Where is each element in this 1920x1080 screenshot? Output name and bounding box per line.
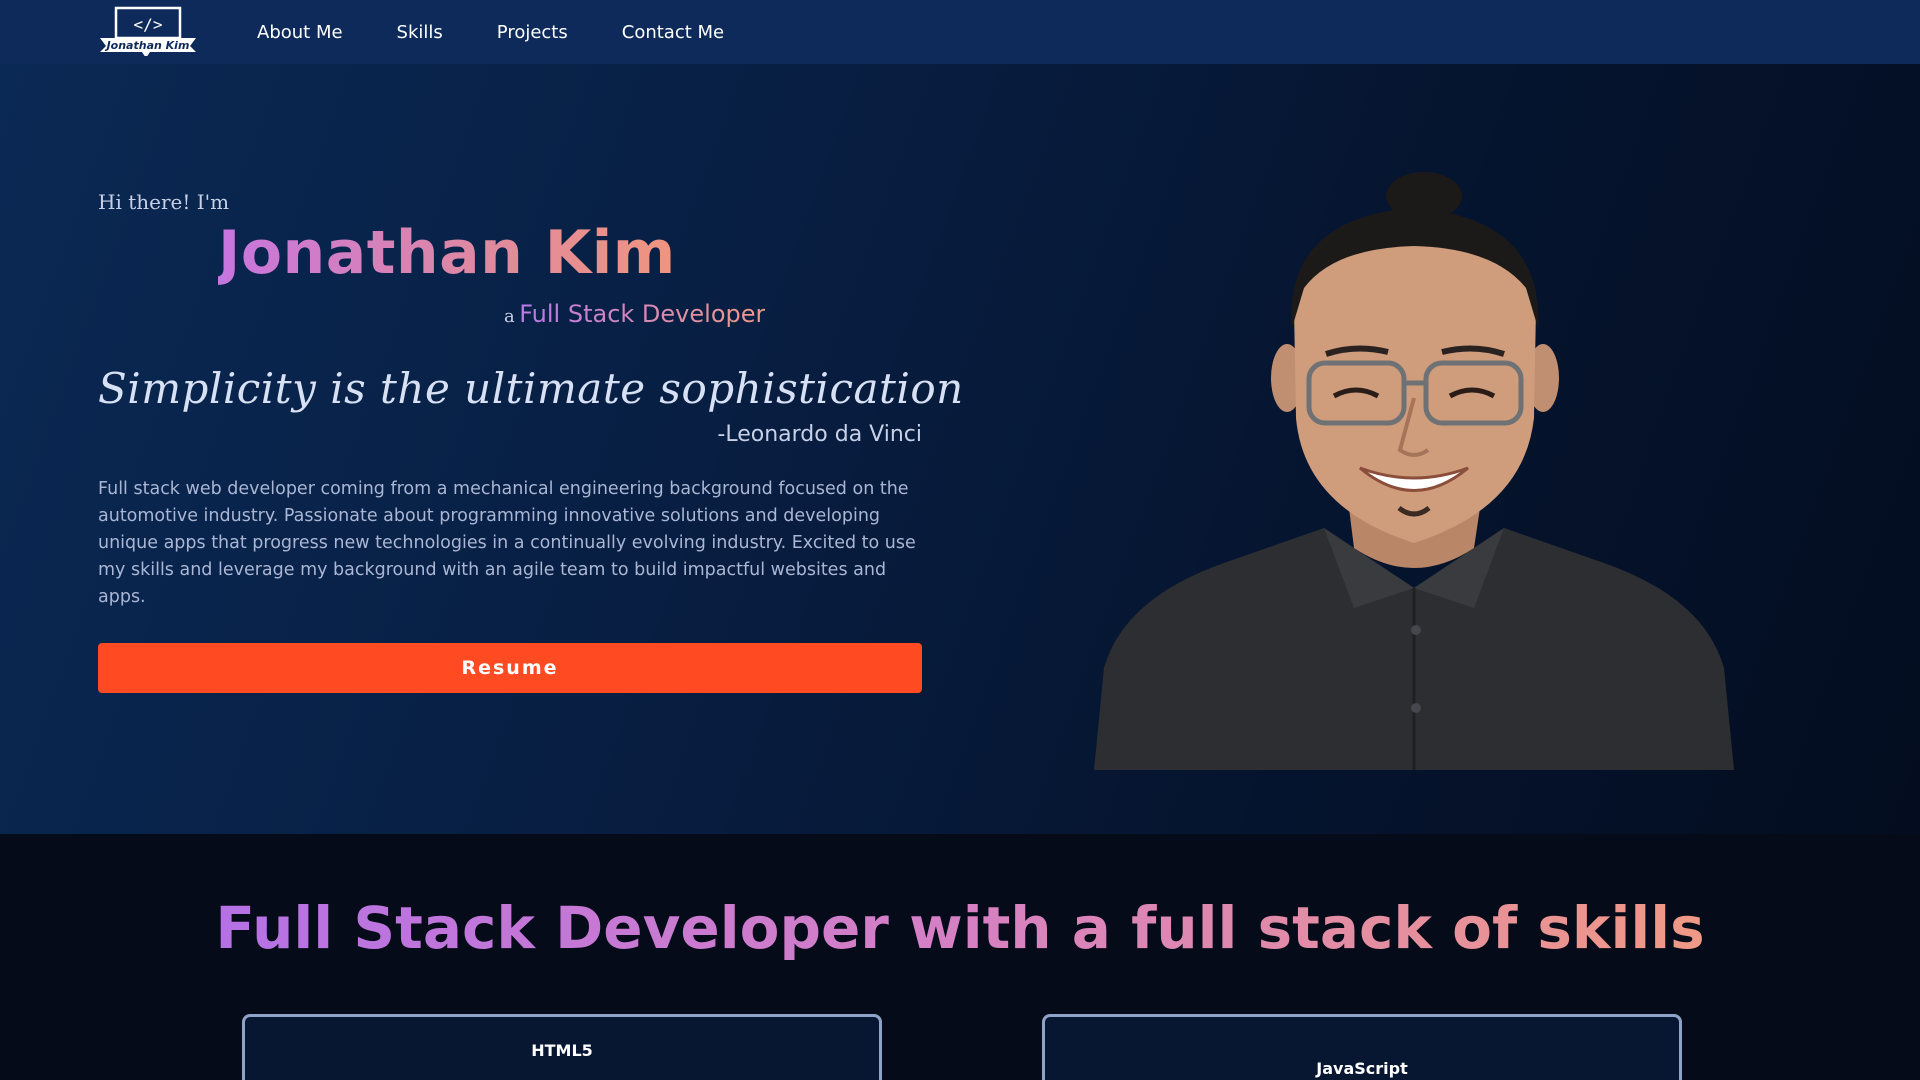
hero-name: Jonathan Kim <box>218 218 676 288</box>
hero-bio: Full stack web developer coming from a m… <box>98 479 916 607</box>
nav-link-about[interactable]: About Me <box>257 22 343 43</box>
nav-links: About Me Skills Projects Contact Me <box>257 0 778 64</box>
skill-name: JavaScript <box>1316 1059 1408 1078</box>
hero-role-line: a Full Stack Developer <box>504 300 765 328</box>
skill-name: HTML5 <box>531 1041 593 1060</box>
hero-section: Hi there! I'm Jonathan Kim a Full Stack … <box>0 64 1920 834</box>
hero-quote: Simplicity is the ultimate sophisticatio… <box>98 364 964 413</box>
nav-link-contact[interactable]: Contact Me <box>622 22 724 43</box>
nav-link-skills[interactable]: Skills <box>397 22 443 43</box>
quote-author: -Leonardo da Vinci <box>717 422 922 447</box>
svg-text:</>: </> <box>134 15 163 34</box>
skill-card-html5[interactable]: HTML5 <box>242 1014 882 1080</box>
nav-link-projects[interactable]: Projects <box>497 22 568 43</box>
skills-section: Full Stack Developer with a full stack o… <box>0 834 1920 1080</box>
hero-greeting: Hi there! I'm <box>98 190 230 214</box>
svg-text:Jonathan Kim: Jonathan Kim <box>105 39 190 52</box>
role-prefix: a <box>504 306 515 327</box>
top-nav: </> Jonathan Kim About Me Skills Project… <box>0 0 1920 64</box>
site-logo[interactable]: </> Jonathan Kim <box>98 6 198 56</box>
skill-card-javascript[interactable]: JavaScript <box>1042 1014 1682 1080</box>
skills-title: Full Stack Developer with a full stack o… <box>0 894 1920 962</box>
role-title: Full Stack Developer <box>519 300 766 328</box>
profile-photo <box>1094 172 1734 770</box>
resume-button[interactable]: Resume <box>98 643 922 693</box>
